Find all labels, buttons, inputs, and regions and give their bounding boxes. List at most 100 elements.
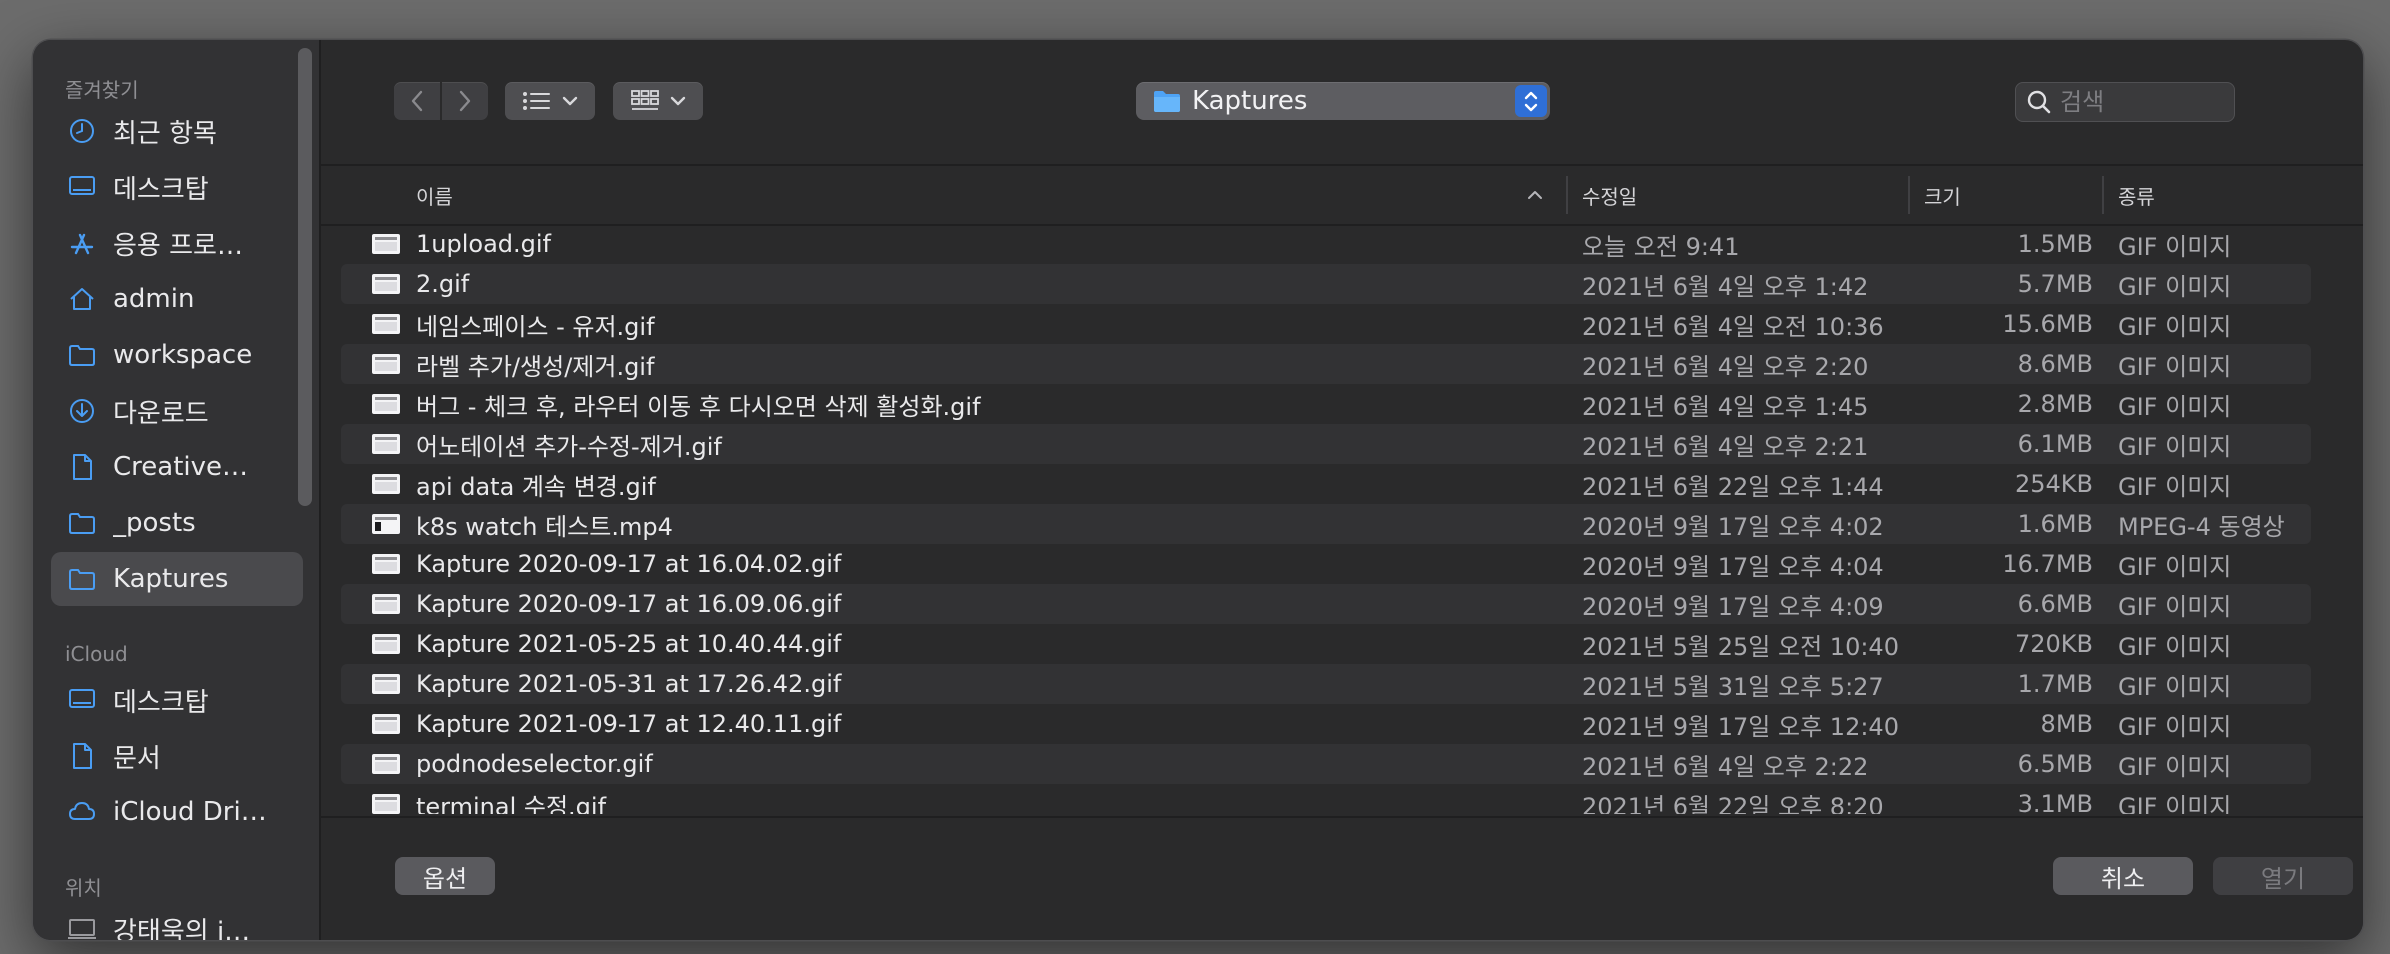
- sidebar-item-다운로드[interactable]: 다운로드: [51, 384, 303, 438]
- sidebar: 즐겨찾기 최근 항목 데스크탑 응용 프로… admin workspace 다…: [33, 40, 321, 940]
- file-name: Kapture 2020-09-17 at 16.09.06.gif: [416, 590, 842, 618]
- file-kind: GIF 이미지: [2118, 352, 2232, 381]
- sidebar-item-데스크탑[interactable]: 데스크탑: [51, 160, 303, 214]
- image-file-icon: [372, 634, 400, 654]
- file-kind: GIF 이미지: [2118, 272, 2232, 301]
- list-view-button[interactable]: [505, 82, 595, 120]
- file-row[interactable]: podnodeselector.gif 2021년 6월 4일 오후 2:22 …: [321, 744, 2363, 784]
- sidebar-item-icon: [67, 797, 97, 827]
- sidebar-item-label: iCloud Dri…: [113, 797, 267, 827]
- column-size-header[interactable]: 크기: [1924, 166, 1961, 224]
- download-icon: [70, 399, 94, 423]
- file-kind: GIF 이미지: [2118, 792, 2232, 815]
- group-view-button[interactable]: [613, 82, 703, 120]
- column-kind-header[interactable]: 종류: [2118, 166, 2155, 224]
- file-row[interactable]: 라벨 추가/생성/제거.gif 2021년 6월 4일 오후 2:20 8.6M…: [321, 344, 2363, 384]
- grid-view-icon: [631, 90, 659, 110]
- sidebar-item-icloud-dri-[interactable]: iCloud Dri…: [51, 785, 303, 839]
- file-row[interactable]: Kapture 2021-09-17 at 12.40.11.gif 2021년…: [321, 704, 2363, 744]
- file-row[interactable]: 어노테이션 추가-수정-제거.gif 2021년 6월 4일 오후 2:21 6…: [321, 424, 2363, 464]
- file-row[interactable]: terminal 수정.gif 2021년 6월 22일 오후 8:20 3.1…: [321, 784, 2363, 814]
- file-size: 1.6MB: [2017, 510, 2093, 538]
- image-file-icon: [372, 754, 400, 774]
- file-date: 2021년 6월 22일 오후 1:44: [1582, 472, 1884, 501]
- file-name: 1upload.gif: [416, 230, 551, 258]
- chevron-right-icon: [459, 90, 471, 112]
- sidebar-item-label: Creative…: [113, 452, 249, 482]
- file-size: 2.8MB: [2017, 390, 2093, 418]
- sidebar-item-label: 강태욱의 i…: [113, 916, 251, 941]
- file-row[interactable]: k8s watch 테스트.mp4 2020년 9월 17일 오후 4:02 1…: [321, 504, 2363, 544]
- sidebar-item-label: 문서: [113, 743, 161, 774]
- apps-icon: [70, 233, 94, 255]
- file-name: Kapture 2021-09-17 at 12.40.11.gif: [416, 710, 842, 738]
- sidebar-item-최근-항목[interactable]: 최근 항목: [51, 104, 303, 158]
- file-size: 1.7MB: [2017, 670, 2093, 698]
- sidebar-item-icon: [67, 564, 97, 594]
- file-row[interactable]: Kapture 2020-09-17 at 16.04.02.gif 2020년…: [321, 544, 2363, 584]
- home-icon: [70, 288, 94, 310]
- sidebar-item-kaptures[interactable]: Kaptures: [51, 552, 303, 606]
- sidebar-item-데스크탑[interactable]: 데스크탑: [51, 673, 303, 727]
- sidebar-item-creative-[interactable]: Creative…: [51, 440, 303, 494]
- file-row[interactable]: Kapture 2021-05-31 at 17.26.42.gif 2021년…: [321, 664, 2363, 704]
- image-file-icon: [372, 314, 400, 334]
- file-date: 2021년 9월 17일 오후 12:40: [1582, 712, 1899, 741]
- file-size: 8MB: [2040, 710, 2093, 738]
- file-size: 3.1MB: [2017, 790, 2093, 814]
- file-row[interactable]: 1upload.gif 오늘 오전 9:41 1.5MB GIF 이미지: [321, 224, 2363, 264]
- file-date: 2020년 9월 17일 오후 4:09: [1582, 592, 1884, 621]
- sidebar-item-label: 응용 프로…: [113, 230, 243, 261]
- file-name: Kapture 2021-05-25 at 10.40.44.gif: [416, 630, 842, 658]
- options-button[interactable]: 옵션: [395, 857, 495, 895]
- sidebar-item-workspace[interactable]: workspace: [51, 328, 303, 382]
- file-date: 2021년 5월 31일 오후 5:27: [1582, 672, 1884, 701]
- sidebar-item-응용-프로-[interactable]: 응용 프로…: [51, 216, 303, 270]
- file-date: 2021년 6월 4일 오후 1:45: [1582, 392, 1869, 421]
- sort-ascending-icon: [1528, 191, 1542, 199]
- column-divider[interactable]: [1908, 176, 1910, 214]
- column-divider[interactable]: [2102, 176, 2104, 214]
- chevron-left-icon: [411, 90, 423, 112]
- video-file-icon: [372, 514, 400, 534]
- sidebar-item--posts[interactable]: _posts: [51, 496, 303, 550]
- file-date: 2020년 9월 17일 오후 4:02: [1582, 512, 1884, 541]
- sidebar-section-favorites: 즐겨찾기: [65, 78, 139, 102]
- file-size: 254KB: [2014, 470, 2093, 498]
- open-button[interactable]: 열기: [2213, 857, 2353, 895]
- file-date: 2021년 5월 25일 오전 10:40: [1582, 632, 1899, 661]
- popup-stepper[interactable]: [1515, 85, 1547, 117]
- cancel-button[interactable]: 취소: [2053, 857, 2193, 895]
- file-row[interactable]: Kapture 2020-09-17 at 16.09.06.gif 2020년…: [321, 584, 2363, 624]
- file-row[interactable]: api data 계속 변경.gif 2021년 6월 22일 오후 1:44 …: [321, 464, 2363, 504]
- folder-icon: [69, 345, 95, 366]
- file-row[interactable]: Kapture 2021-05-25 at 10.40.44.gif 2021년…: [321, 624, 2363, 664]
- file-kind: GIF 이미지: [2118, 432, 2232, 461]
- forward-button[interactable]: [442, 82, 488, 120]
- sidebar-item-label: 최근 항목: [113, 118, 217, 149]
- sidebar-item-label: workspace: [113, 340, 253, 370]
- search-field[interactable]: [2015, 82, 2235, 122]
- document-icon: [73, 743, 92, 769]
- image-file-icon: [372, 274, 400, 294]
- file-row[interactable]: 2.gif 2021년 6월 4일 오후 1:42 5.7MB GIF 이미지: [321, 264, 2363, 304]
- desktop-icon: [69, 689, 95, 708]
- file-row[interactable]: 버그 - 체크 후, 라우터 이동 후 다시오면 삭제 활성화.gif 2021…: [321, 384, 2363, 424]
- sidebar-item-강태욱의-i-[interactable]: 강태욱의 i…: [51, 902, 303, 940]
- search-input[interactable]: [2058, 87, 2212, 117]
- sidebar-item-label: admin: [113, 284, 195, 314]
- column-date-header[interactable]: 수정일: [1582, 166, 1637, 224]
- main-pane: Kaptures 이름 수정일 크기 종류: [321, 40, 2363, 940]
- column-name-header[interactable]: 이름: [416, 166, 453, 224]
- column-divider[interactable]: [1566, 176, 1568, 214]
- file-row[interactable]: 네임스페이스 - 유저.gif 2021년 6월 4일 오전 10:36 15.…: [321, 304, 2363, 344]
- file-name: terminal 수정.gif: [416, 792, 607, 815]
- file-kind: GIF 이미지: [2118, 712, 2232, 741]
- location-popup[interactable]: Kaptures: [1136, 82, 1550, 120]
- sidebar-item-admin[interactable]: admin: [51, 272, 303, 326]
- image-file-icon: [372, 554, 400, 574]
- back-button[interactable]: [394, 82, 440, 120]
- sidebar-item-문서[interactable]: 문서: [51, 729, 303, 783]
- current-folder-label: Kaptures: [1192, 86, 1308, 116]
- file-kind: GIF 이미지: [2118, 552, 2232, 581]
